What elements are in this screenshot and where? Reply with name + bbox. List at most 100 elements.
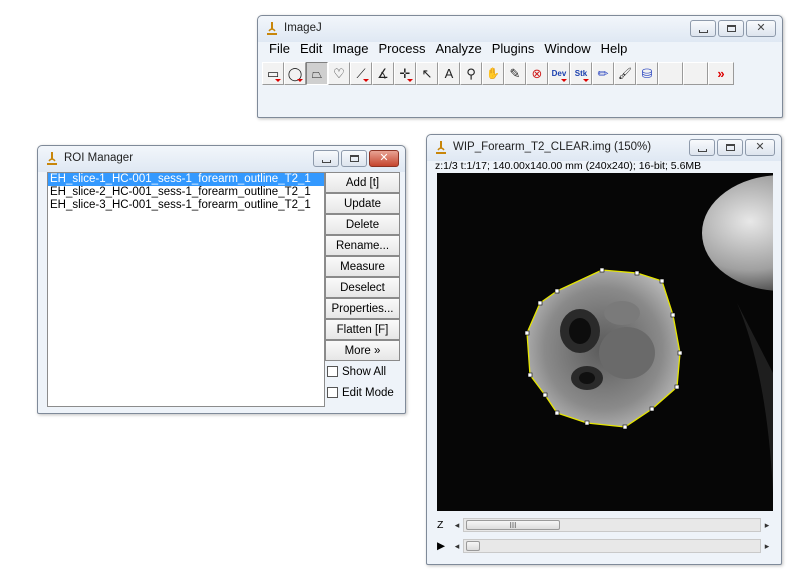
freehand-tool[interactable]: ♡ <box>328 62 350 85</box>
minimize-icon <box>697 149 707 152</box>
properties-button[interactable]: Properties... <box>325 298 400 319</box>
imagej-title: ImageJ <box>284 22 322 34</box>
rectangle-tool[interactable]: ▭ <box>262 62 284 85</box>
polygon-tool[interactable]: ⏢ <box>306 62 328 85</box>
maximize-button[interactable] <box>718 20 744 37</box>
close-button[interactable]: ✕ <box>369 150 399 167</box>
point-tool[interactable]: ✛ <box>394 62 416 85</box>
imagej-microscope-icon <box>47 152 57 165</box>
deselect-button[interactable]: Deselect <box>325 277 400 298</box>
close-icon: ✕ <box>379 152 389 164</box>
edit-mode-checkbox-box[interactable] <box>327 387 338 398</box>
minimize-icon <box>321 160 331 163</box>
z-right-arrow[interactable]: ▸ <box>761 520 773 531</box>
minimize-button[interactable] <box>313 150 339 167</box>
status-bar <box>262 90 778 115</box>
hand-tool[interactable]: ✋ <box>482 62 504 85</box>
t-slider-thumb[interactable] <box>466 541 480 551</box>
roi-list-item[interactable]: EH_slice-1_HC-001_sess-1_forearm_outline… <box>48 173 324 186</box>
maximize-button[interactable] <box>717 139 743 156</box>
menu-plugins[interactable]: Plugins <box>487 41 540 57</box>
add-button[interactable]: Add [t] <box>325 172 400 193</box>
maximize-button[interactable] <box>341 150 367 167</box>
freehand-tool-icon: ♡ <box>333 65 345 81</box>
empty-tool-slot[interactable] <box>658 62 683 85</box>
image-canvas[interactable] <box>437 173 807 511</box>
angle-tool-icon: ∡ <box>377 65 389 81</box>
close-button[interactable]: ✕ <box>746 20 776 37</box>
minimize-button[interactable] <box>689 139 715 156</box>
show-all-checkbox-box[interactable] <box>327 366 338 377</box>
brush-tool[interactable]: 🖌 <box>614 62 636 85</box>
menu-analyze[interactable]: Analyze <box>430 41 486 57</box>
stk-tool-icon: Stk <box>574 69 588 78</box>
dropper-tool[interactable]: ✎ <box>504 62 526 85</box>
imagej-microscope-icon <box>267 22 277 35</box>
toolbar: ▭ ◯ ⏢ ♡ ⟋ ∡ ✛ ↖ A ⚲ ✋ ✎ ⊗ Dev Stk ✏ 🖌 ⛁ … <box>262 62 734 85</box>
z-slider-thumb[interactable]: III <box>466 520 560 530</box>
flatten-button[interactable]: Flatten [F] <box>325 319 400 340</box>
maximize-icon <box>349 155 359 162</box>
update-button[interactable]: Update <box>325 193 400 214</box>
roi-list[interactable]: EH_slice-1_HC-001_sess-1_forearm_outline… <box>47 172 325 407</box>
roi-list-item[interactable]: EH_slice-2_HC-001_sess-1_forearm_outline… <box>48 186 324 199</box>
close-icon: ✕ <box>756 22 766 34</box>
imagej-titlebar[interactable]: ImageJ ✕ <box>258 16 782 42</box>
measure-button[interactable]: Measure <box>325 256 400 277</box>
text-tool[interactable]: A <box>438 62 460 85</box>
t-slider-track[interactable] <box>463 539 761 553</box>
image-window-title: WIP_Forearm_T2_CLEAR.img (150%) <box>453 141 652 153</box>
dropper-tool-icon: ✎ <box>509 65 521 81</box>
show-all-label: Show All <box>342 365 387 378</box>
edit-mode-checkbox[interactable]: Edit Mode <box>325 382 400 403</box>
t-left-arrow[interactable]: ◂ <box>451 541 463 552</box>
menu-file[interactable]: File <box>264 41 295 57</box>
z-slider: Z ◂ III ▸ <box>437 517 773 533</box>
cancel-tool[interactable]: ⊗ <box>526 62 548 85</box>
mri-forearm-image <box>437 173 807 511</box>
t-play-button[interactable]: ▶ <box>437 540 451 552</box>
oval-tool[interactable]: ◯ <box>284 62 306 85</box>
close-button[interactable]: ✕ <box>745 139 775 156</box>
stk-tool[interactable]: Stk <box>570 62 592 85</box>
image-window-titlebar[interactable]: WIP_Forearm_T2_CLEAR.img (150%) ✕ <box>427 135 781 161</box>
angle-tool[interactable]: ∡ <box>372 62 394 85</box>
roi-manager-title: ROI Manager <box>64 152 134 164</box>
z-left-arrow[interactable]: ◂ <box>451 520 463 531</box>
menu-edit[interactable]: Edit <box>295 41 327 57</box>
more-button[interactable]: More » <box>325 340 400 361</box>
roi-manager-window: ROI Manager ✕ EH_slice-1_HC-001_sess-1_f… <box>37 145 406 414</box>
minimize-icon <box>698 30 708 33</box>
hand-tool-icon: ✋ <box>486 68 500 80</box>
wand-tool[interactable]: ↖ <box>416 62 438 85</box>
pencil-tool[interactable]: ✏ <box>592 62 614 85</box>
magnifier-tool[interactable]: ⚲ <box>460 62 482 85</box>
roi-button-panel: Add [t] Update Delete Rename... Measure … <box>325 172 400 403</box>
menu-process[interactable]: Process <box>374 41 431 57</box>
minimize-button[interactable] <box>690 20 716 37</box>
flood-fill-tool[interactable]: ⛁ <box>636 62 658 85</box>
show-all-checkbox[interactable]: Show All <box>325 361 400 382</box>
image-info: z:1/3 t:1/17; 140.00x140.00 mm (240x240)… <box>435 160 702 172</box>
menu-image[interactable]: Image <box>327 41 373 57</box>
menu-window[interactable]: Window <box>539 41 595 57</box>
flood-fill-tool-icon: ⛁ <box>641 65 653 81</box>
roi-list-item[interactable]: EH_slice-3_HC-001_sess-1_forearm_outline… <box>48 199 324 212</box>
magnifier-tool-icon: ⚲ <box>466 65 476 81</box>
empty-tool-slot[interactable] <box>683 62 708 85</box>
maximize-icon <box>725 144 735 151</box>
polygon-tool-icon: ⏢ <box>311 65 323 81</box>
brush-tool-icon: 🖌 <box>618 68 632 80</box>
rename-button[interactable]: Rename... <box>325 235 400 256</box>
line-tool[interactable]: ⟋ <box>350 62 372 85</box>
menu-help[interactable]: Help <box>596 41 633 57</box>
t-right-arrow[interactable]: ▸ <box>761 541 773 552</box>
z-slider-track[interactable]: III <box>463 518 761 532</box>
roi-manager-titlebar[interactable]: ROI Manager ✕ <box>38 146 405 172</box>
delete-button[interactable]: Delete <box>325 214 400 235</box>
edit-mode-label: Edit Mode <box>342 386 394 399</box>
dev-tool[interactable]: Dev <box>548 62 570 85</box>
more-tools-button[interactable]: » <box>708 62 734 85</box>
close-icon: ✕ <box>755 141 765 153</box>
more-tools-icon: » <box>717 66 725 81</box>
